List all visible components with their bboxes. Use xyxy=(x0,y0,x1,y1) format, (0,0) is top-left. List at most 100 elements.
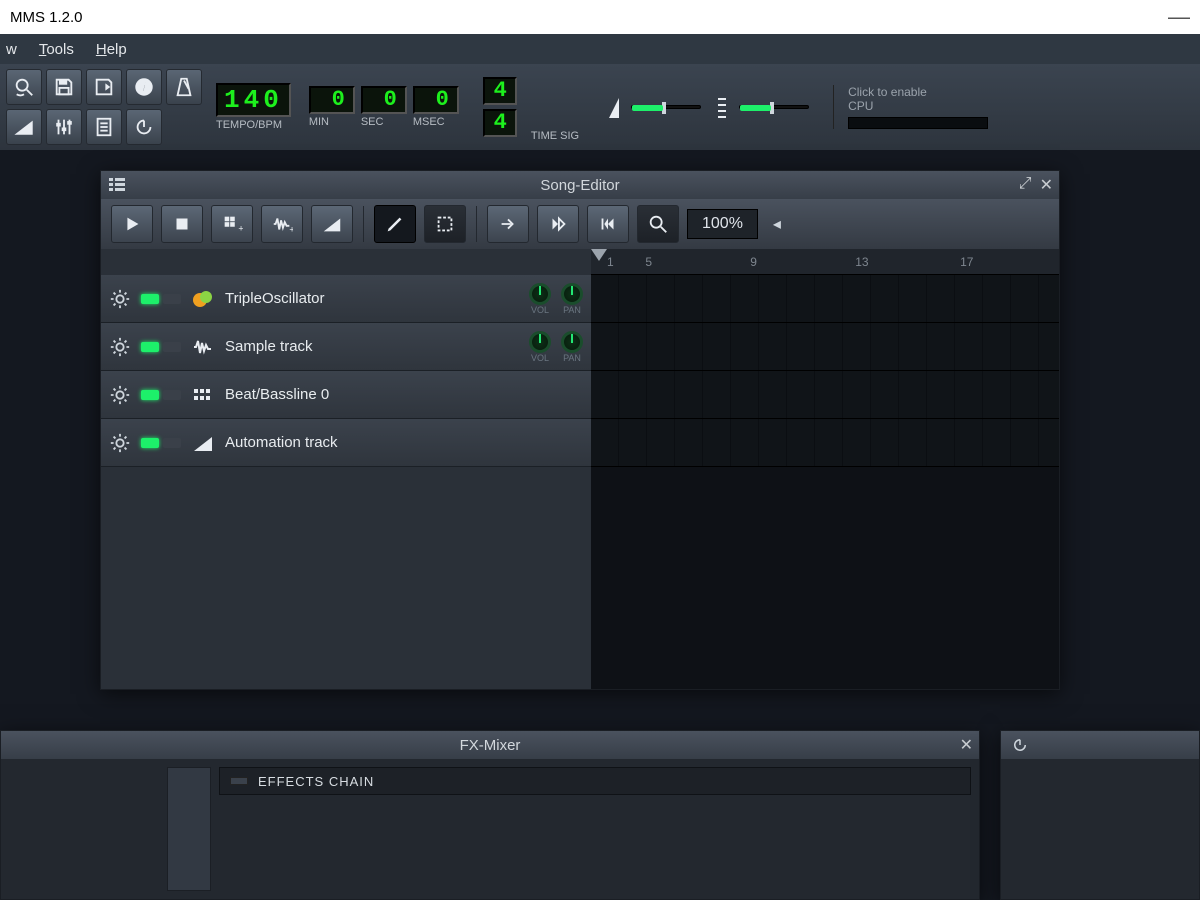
fx-mixer-close-icon[interactable]: ✕ xyxy=(960,735,973,755)
time-min-label: MIN xyxy=(309,116,329,128)
master-pitch-slider[interactable] xyxy=(715,94,809,120)
song-editor-toolbar: + + 100% ◂ xyxy=(101,199,1059,249)
gear-icon[interactable] xyxy=(109,336,131,358)
song-editor-close-icon[interactable]: ✕ xyxy=(1040,175,1053,195)
track-header-area: TripleOscillator VOL PAN Sample track VO… xyxy=(101,249,591,689)
master-volume-button[interactable] xyxy=(6,109,42,145)
add-bb-track-button[interactable]: + xyxy=(211,205,253,243)
zoom-value[interactable]: 100% xyxy=(687,209,758,239)
fx-chain-label: EFFECTS CHAIN xyxy=(258,774,374,789)
track-name[interactable]: Beat/Bassline 0 xyxy=(225,386,583,403)
mute-led[interactable] xyxy=(141,390,159,400)
timesig-display[interactable]: 4 4 xyxy=(483,77,517,137)
tempo-value[interactable]: 140 xyxy=(216,83,291,117)
controller-rack-button[interactable] xyxy=(126,109,162,145)
timeline-lane[interactable] xyxy=(591,323,1059,371)
mute-led[interactable] xyxy=(141,294,159,304)
volume-ramp-icon xyxy=(607,94,621,120)
zoom-button[interactable] xyxy=(637,205,679,243)
solo-led[interactable] xyxy=(163,294,181,304)
solo-led[interactable] xyxy=(163,390,181,400)
export-button[interactable] xyxy=(86,69,122,105)
cpu-meter[interactable]: Click to enable CPU xyxy=(833,85,988,129)
timeline-lane[interactable] xyxy=(591,275,1059,323)
fx-chain-panel: EFFECTS CHAIN xyxy=(219,767,971,891)
controller-panel-body xyxy=(1001,759,1199,899)
mute-led[interactable] xyxy=(141,342,159,352)
search-reset-button[interactable] xyxy=(6,69,42,105)
track-name[interactable]: Sample track xyxy=(225,338,519,355)
draw-mode-button[interactable] xyxy=(374,205,416,243)
fx-mixer-window: FX-Mixer ✕ EFFECTS CHAIN xyxy=(0,730,980,900)
vol-knob[interactable]: VOL xyxy=(529,331,551,363)
track-name[interactable]: Automation track xyxy=(225,434,583,451)
mdi-workspace: Song-Editor ⤢ ✕ + + 100% ◂ xyxy=(0,150,1200,900)
skip-start-button[interactable] xyxy=(587,205,629,243)
grid-icon xyxy=(191,383,215,407)
timesig-num[interactable]: 4 xyxy=(483,77,517,105)
master-volume-slider[interactable] xyxy=(607,94,701,120)
os-minimize-button[interactable]: — xyxy=(1168,4,1190,30)
track-row[interactable]: Sample track VOL PAN xyxy=(101,323,591,371)
bar-marker: 5 xyxy=(639,255,744,269)
menu-item-fragment[interactable]: w xyxy=(6,41,17,58)
bar-marker: 13 xyxy=(849,255,954,269)
timesig-label: TIME SIG xyxy=(531,130,579,142)
tempo-label: TEMPO/BPM xyxy=(216,119,282,131)
menu-item-tools[interactable]: Tools xyxy=(39,41,74,58)
stop-button[interactable] xyxy=(161,205,203,243)
song-editor-titlebar[interactable]: Song-Editor ⤢ ✕ xyxy=(101,171,1059,199)
playhead-cursor-icon[interactable] xyxy=(591,249,607,261)
bar-marker: 9 xyxy=(744,255,849,269)
track-row[interactable]: Beat/Bassline 0 xyxy=(101,371,591,419)
pan-knob[interactable]: PAN xyxy=(561,283,583,315)
tempo-display[interactable]: 140 TEMPO/BPM xyxy=(216,83,291,131)
time-sec-value[interactable]: 0 xyxy=(361,86,407,114)
timeline-area[interactable]: 1 5 9 13 17 xyxy=(591,249,1059,689)
timeline-lane[interactable] xyxy=(591,419,1059,467)
svg-text:+: + xyxy=(238,223,243,233)
controller-panel-titlebar[interactable] xyxy=(1001,731,1199,759)
ramp-icon xyxy=(191,431,215,455)
os-window-titlebar: MMS 1.2.0 — xyxy=(0,0,1200,34)
fx-mixer-titlebar[interactable]: FX-Mixer ✕ xyxy=(1,731,979,759)
waveform-icon xyxy=(191,335,215,359)
timeline-lane[interactable] xyxy=(591,371,1059,419)
add-sample-track-button[interactable]: + xyxy=(261,205,303,243)
play-button[interactable] xyxy=(111,205,153,243)
add-automation-track-button[interactable] xyxy=(311,205,353,243)
mute-led[interactable] xyxy=(141,438,159,448)
gear-icon[interactable] xyxy=(109,288,131,310)
track-row[interactable]: Automation track xyxy=(101,419,591,467)
time-min-value[interactable]: 0 xyxy=(309,86,355,114)
os-window-title: MMS 1.2.0 xyxy=(10,9,83,26)
track-row[interactable]: TripleOscillator VOL PAN xyxy=(101,275,591,323)
save-button[interactable] xyxy=(46,69,82,105)
song-editor-maximize-icon[interactable]: ⤢ xyxy=(1019,175,1032,195)
fx-chain-header[interactable]: EFFECTS CHAIN xyxy=(219,767,971,795)
notes-button[interactable] xyxy=(86,109,122,145)
goto-next-button[interactable] xyxy=(487,205,529,243)
solo-led[interactable] xyxy=(163,342,181,352)
pan-knob[interactable]: PAN xyxy=(561,331,583,363)
info-button[interactable]: i xyxy=(126,69,162,105)
skip-end-button[interactable] xyxy=(537,205,579,243)
track-name[interactable]: TripleOscillator xyxy=(225,290,519,307)
timesig-den[interactable]: 4 xyxy=(483,109,517,137)
mixer-sliders-button[interactable] xyxy=(46,109,82,145)
fx-master-area xyxy=(9,767,159,891)
menu-item-help[interactable]: Help xyxy=(96,41,127,58)
gear-icon[interactable] xyxy=(109,384,131,406)
fx-mixer-title: FX-Mixer xyxy=(460,737,521,754)
time-msec-label: MSEC xyxy=(413,116,445,128)
timeline-ruler[interactable]: 1 5 9 13 17 xyxy=(591,249,1059,275)
select-mode-button[interactable] xyxy=(424,205,466,243)
zoom-left-arrow[interactable]: ◂ xyxy=(766,214,788,234)
gear-icon[interactable] xyxy=(109,432,131,454)
metronome-button[interactable] xyxy=(166,69,202,105)
vol-knob[interactable]: VOL xyxy=(529,283,551,315)
solo-led[interactable] xyxy=(163,438,181,448)
fx-channel-slot[interactable] xyxy=(167,767,211,891)
fx-chain-led[interactable] xyxy=(230,777,248,785)
time-msec-value[interactable]: 0 xyxy=(413,86,459,114)
